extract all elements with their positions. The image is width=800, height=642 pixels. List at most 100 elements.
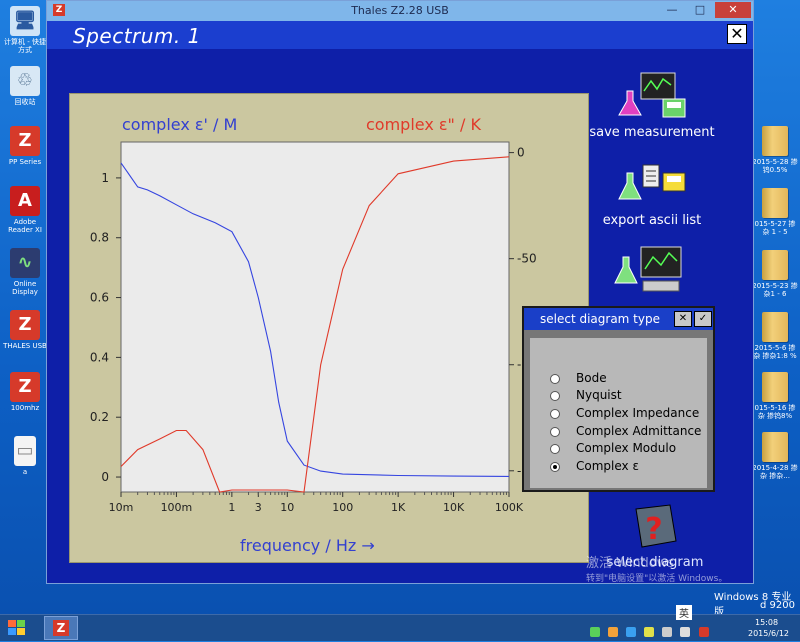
thales-icon: Z [10,372,40,402]
tray-icons[interactable] [590,622,740,637]
option-bode-label[interactable]: Bode [576,371,607,385]
plot-area [120,141,510,493]
clock-date[interactable]: 2015/6/12 [748,629,789,638]
tray-icon[interactable] [698,627,709,637]
desktop-icon-label: 015-5-16 掺杂 掺钨8% [754,404,796,420]
y-left-tick-label: 1 [101,171,109,185]
dialog-titlebar[interactable]: select diagram type ✕ ✓ [524,308,713,330]
option-complex-epsilon-label[interactable]: Complex ε [576,459,639,473]
desktop-icon-label: THALES USB [3,342,47,350]
app-header: Spectrum. 1 ✕ [47,21,753,49]
radio-bode[interactable] [550,374,560,384]
tray-icon[interactable] [608,627,619,637]
desktop-folder-6[interactable]: 2015-4-28 掺杂 掺杂... [752,432,798,480]
option-nyquist-label[interactable]: Nyquist [576,388,622,402]
start-button[interactable] [6,618,28,638]
desktop-folder-1[interactable]: 2015-5-28 掺钨0.5% [752,126,798,174]
app-title: Spectrum. 1 [73,24,201,48]
windows-logo-icon [8,620,25,635]
y-right-tick-label: -50 [517,252,537,266]
print-button[interactable] [597,245,707,299]
desktop-icon-recycle-bin[interactable]: ♲ 回收站 [2,66,48,106]
shield-icon[interactable] [626,627,637,637]
x-axis-label: frequency / Hz → [240,536,375,555]
window-close-button[interactable]: ✕ [715,2,751,18]
export-ascii-label: export ascii list [602,213,702,228]
x-tick-label: 100m [161,501,193,514]
option-complex-impedance-label[interactable]: Complex Impedance [576,406,699,420]
desktop-icon-label: Adobe Reader XI [8,218,42,234]
clock-time[interactable]: 15:08 [755,618,778,627]
folder-icon [762,250,788,280]
pp-series-icon: Z [10,126,40,156]
desktop-icon-label: PP Series [8,158,42,166]
watermark-line1: 激活 Windows [586,556,675,571]
desktop-icon-100mhz[interactable]: Z 100mhz [2,372,48,412]
desktop-folder-5[interactable]: 015-5-16 掺杂 掺钨8% [752,372,798,420]
desktop-icon-label: a [22,468,28,476]
window-title: Thales Z2.28 USB [351,4,449,17]
radio-complex-impedance[interactable] [550,409,560,419]
chart-frame: 10m100m13101001K10K100K00.20.40.60.81-15… [69,93,589,563]
desktop-icon-online-display[interactable]: ∿ Online Display [2,248,48,296]
folder-icon [762,126,788,156]
desktop-icon-label: 回收站 [14,98,36,106]
windows-build: d 9200 [760,600,795,611]
export-ascii-icon [618,164,686,200]
maximize-button[interactable]: □ [687,2,713,18]
export-ascii-button[interactable]: export ascii list [587,159,717,228]
x-tick-label: 1K [391,501,406,514]
recycle-bin-icon: ♲ [10,66,40,96]
online-display-icon: ∿ [10,248,40,278]
help-diagram-icon: ? [635,504,677,548]
save-measurement-icon [618,72,686,118]
x-tick-label: 10K [443,501,465,514]
ime-indicator[interactable]: 英 [676,605,692,620]
desktop-icon-pp-series[interactable]: Z PP Series [2,126,48,166]
desktop-folder-4[interactable]: 2015-5-6 掺杂 掺杂1:8 % [752,312,798,360]
desktop-icon-label: 2015-5-28 掺钨0.5% [752,158,798,174]
desktop-folder-3[interactable]: 2015-5-23 掺杂1 - 6 [752,250,798,298]
window-titlebar[interactable]: Z Thales Z2.28 USB — □ ✕ [47,1,753,21]
option-complex-admittance-label[interactable]: Complex Admittance [576,424,701,438]
taskbar-app-thales[interactable]: Z [44,616,78,640]
radio-complex-modulo[interactable] [550,444,560,454]
y-right-label: complex ε" / K [366,115,481,134]
option-complex-modulo-label[interactable]: Complex Modulo [576,441,676,455]
radio-nyquist[interactable] [550,391,560,401]
radio-complex-epsilon[interactable] [550,462,560,472]
tray-icon[interactable] [590,627,600,637]
desktop-icon-label: 2015-5-23 掺杂1 - 6 [752,282,798,298]
desktop-icon-label: 2015-5-6 掺杂 掺杂1:8 % [753,344,797,360]
select-diagram-dialog: select diagram type ✕ ✓ Bode Nyquist Com… [522,306,715,492]
desktop-icon-file-a[interactable]: ▭ a [2,436,48,476]
x-tick-label: 1 [228,501,235,514]
app-close-button[interactable]: ✕ [727,24,747,44]
desktop-icon-label: 015-5-27 掺杂 1 - 5 [754,220,796,236]
computer-icon: 🖥 [10,6,40,36]
dialog-cancel-button[interactable]: ✕ [674,311,692,327]
y-left-tick-label: 0.6 [90,291,109,305]
file-icon: ▭ [14,436,36,466]
print-monitor-icon [614,246,682,292]
desktop-folder-2[interactable]: 015-5-27 掺杂 1 - 5 [752,188,798,236]
desktop-icon-thales-usb[interactable]: Z THALES USB [2,310,48,350]
activation-watermark: 激活 Windows 转到"电脑设置"以激活 Windows。 [586,552,776,584]
volume-icon[interactable] [680,627,691,637]
y-left-label: complex ε' / M [122,115,237,134]
dialog-title: select diagram type [540,312,660,326]
dialog-ok-button[interactable]: ✓ [694,311,712,327]
save-measurement-button[interactable]: save measurement [587,71,717,140]
network-icon[interactable] [662,627,673,637]
spectrum-chart: 10m100m13101001K10K100K00.20.40.60.81-15… [90,115,544,555]
tray-icon[interactable] [644,627,655,637]
x-tick-label: 10m [109,501,134,514]
y-left-tick-label: 0.4 [90,350,109,364]
app-window: Z Thales Z2.28 USB — □ ✕ Spectrum. 1 ✕ 1… [46,0,754,584]
save-measurement-label: save measurement [589,125,715,140]
desktop-icon-computer[interactable]: 🖥 计算机 - 快捷方式 [2,6,48,54]
desktop-icon-label: 计算机 - 快捷方式 [4,38,46,54]
desktop-icon-adobe-reader[interactable]: A Adobe Reader XI [2,186,48,234]
radio-complex-admittance[interactable] [550,427,560,437]
minimize-button[interactable]: — [659,2,685,18]
